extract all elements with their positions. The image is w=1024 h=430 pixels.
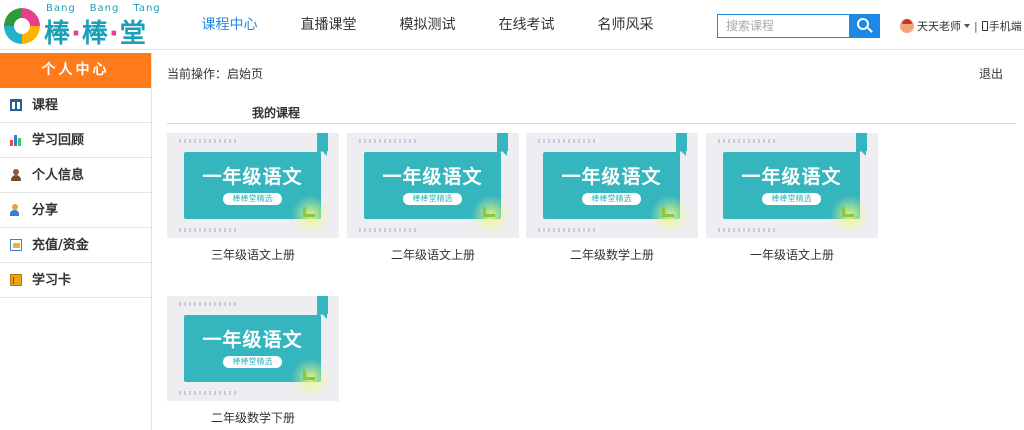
mobile-link[interactable]: 手机端 — [989, 18, 1022, 34]
sidebar-item-label: 充值/资金 — [32, 237, 89, 253]
thumb-tag: 棒棒堂精选 — [582, 193, 641, 205]
course-name[interactable]: 二年级语文上册 — [347, 246, 519, 263]
bookmark-icon — [317, 133, 328, 156]
sidebar-item-label: 分享 — [32, 202, 59, 218]
book-icon — [10, 99, 22, 111]
nav-live-classroom[interactable]: 直播课堂 — [279, 0, 378, 50]
thumb-title: 一年级语文 — [202, 329, 303, 351]
bookmark-icon — [856, 133, 867, 156]
payment-icon — [10, 239, 22, 251]
thumb-tag: 棒棒堂精选 — [223, 356, 282, 368]
thumb-title: 一年级语文 — [741, 166, 842, 188]
course-thumbnail[interactable]: 一年级语文 棒棒堂精选 — [167, 133, 339, 238]
course-name[interactable]: 一年级语文上册 — [706, 246, 878, 263]
course-card[interactable]: 一年级语文 棒棒堂精选 二年级语文上册 — [347, 133, 519, 263]
search-input[interactable] — [718, 15, 851, 37]
bar-chart-icon — [10, 134, 22, 146]
sidebar-item-profile[interactable]: 个人信息 — [0, 158, 151, 193]
sidebar-item-recharge[interactable]: 充值/资金 — [0, 228, 151, 263]
brand-mark-icon — [662, 207, 674, 217]
avatar-icon — [900, 19, 914, 33]
sidebar-item-review[interactable]: 学习回顾 — [0, 123, 151, 158]
breadcrumb: 当前操作：启始页 — [167, 67, 264, 81]
sidebar-item-courses[interactable]: 课程 — [0, 88, 151, 123]
sidebar-item-share[interactable]: 分享 — [0, 193, 151, 228]
logout-link[interactable]: 退出 — [979, 65, 1003, 82]
logo-name: 棒·棒·堂 — [44, 19, 147, 49]
sidebar-item-study-card[interactable]: 学习卡 — [0, 263, 151, 298]
brand-mark-icon — [303, 370, 315, 380]
mobile-phone-icon — [981, 21, 988, 31]
brand-mark-icon — [842, 207, 854, 217]
course-thumbnail[interactable]: 一年级语文 棒棒堂精选 — [526, 133, 698, 238]
nav-online-exam[interactable]: 在线考试 — [477, 0, 576, 50]
course-name[interactable]: 二年级数学上册 — [526, 246, 698, 263]
sidebar-item-label: 学习回顾 — [32, 132, 85, 148]
course-name[interactable]: 二年级数学下册 — [167, 409, 339, 426]
user-menu: 天天老师 | 手机端 — [900, 18, 1022, 34]
sidebar-item-label: 学习卡 — [32, 272, 72, 288]
nav-course-center[interactable]: 课程中心 — [180, 0, 279, 50]
logo-mark-icon — [4, 8, 40, 44]
course-card[interactable]: 一年级语文 棒棒堂精选 二年级数学上册 — [526, 133, 698, 263]
thumb-title: 一年级语文 — [382, 166, 483, 188]
bookmark-icon — [497, 133, 508, 156]
main-nav: 课程中心 直播课堂 模拟测试 在线考试 名师风采 — [180, 0, 675, 50]
nav-teachers[interactable]: 名师风采 — [576, 0, 675, 50]
study-card-icon — [10, 274, 22, 286]
sidebar-item-label: 课程 — [32, 97, 59, 113]
course-name[interactable]: 三年级语文上册 — [167, 246, 339, 263]
divider — [167, 123, 1016, 124]
user-name[interactable]: 天天老师 — [917, 18, 961, 34]
brand-mark-icon — [483, 207, 495, 217]
search-box — [717, 14, 880, 38]
course-card[interactable]: 一年级语文 棒棒堂精选 三年级语文上册 — [167, 133, 339, 263]
sidebar-item-label: 个人信息 — [32, 167, 85, 183]
thumb-tag: 棒棒堂精选 — [403, 193, 462, 205]
search-button[interactable] — [849, 15, 879, 37]
course-thumbnail[interactable]: 一年级语文 棒棒堂精选 — [706, 133, 878, 238]
thumb-title: 一年级语文 — [202, 166, 303, 188]
separator: | — [974, 19, 978, 33]
thumb-tag: 棒棒堂精选 — [223, 193, 282, 205]
person-icon — [10, 169, 22, 181]
top-header: Bang Bang Tang 棒·棒·堂 课程中心 直播课堂 模拟测试 在线考试 名… — [0, 0, 1024, 50]
chevron-down-icon[interactable] — [964, 24, 970, 28]
bookmark-icon — [317, 296, 328, 319]
course-thumbnail[interactable]: 一年级语文 棒棒堂精选 — [167, 296, 339, 401]
nav-mock-test[interactable]: 模拟测试 — [378, 0, 477, 50]
sidebar-title: 个人中心 — [0, 53, 151, 88]
thumb-title: 一年级语文 — [561, 166, 662, 188]
section-title: 我的课程 — [252, 106, 301, 120]
brand-mark-icon — [303, 207, 315, 217]
main-content: 当前操作：启始页 退出 我的课程 一年级语文 棒棒堂精选 三年级语文上册 一年级… — [152, 53, 1024, 430]
brand-logo[interactable]: Bang Bang Tang 棒·棒·堂 — [4, 3, 160, 49]
bookmark-icon — [676, 133, 687, 156]
thumb-tag: 棒棒堂精选 — [762, 193, 821, 205]
share-users-icon — [10, 204, 22, 216]
course-card[interactable]: 一年级语文 棒棒堂精选 二年级数学下册 — [167, 296, 339, 426]
sidebar: 个人中心 课程 学习回顾 个人信息 分享 充值/资金 学习卡 — [0, 53, 152, 430]
course-card[interactable]: 一年级语文 棒棒堂精选 一年级语文上册 — [706, 133, 878, 263]
course-thumbnail[interactable]: 一年级语文 棒棒堂精选 — [347, 133, 519, 238]
